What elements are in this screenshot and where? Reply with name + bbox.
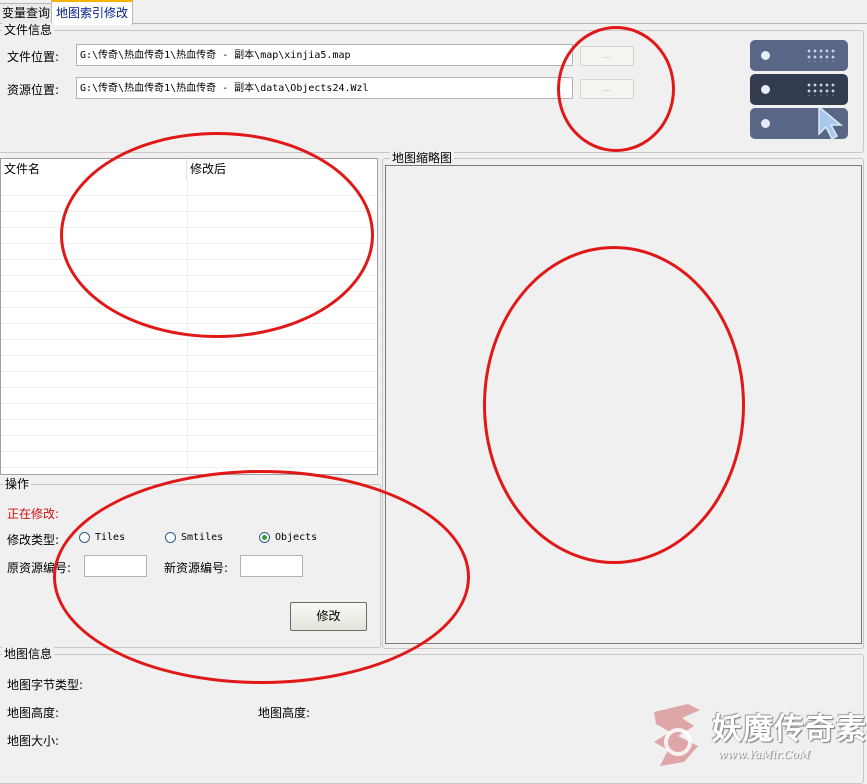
map-size-label: 地图大小: <box>7 734 60 748</box>
file-location-field[interactable]: G:\传奇\热血传奇1\热血传奇 - 副本\map\xinjia5.map <box>76 44 573 66</box>
resource-location-field[interactable]: G:\传奇\热血传奇1\热血传奇 - 副本\data\Objects24.Wzl <box>76 77 573 99</box>
status-label: 正在修改: <box>7 507 60 521</box>
modify-type-label: 修改类型: <box>7 533 60 547</box>
list-header: 文件名 修改后 <box>1 159 377 181</box>
radio-objects[interactable] <box>259 532 270 543</box>
resource-location-label: 资源位置: <box>7 83 60 97</box>
tab-variable-query[interactable]: 变量查询 <box>0 3 56 23</box>
map-info-title: 地图信息 <box>2 647 55 661</box>
watermark-logo-icon <box>654 704 700 766</box>
cursor-arrow-icon <box>818 105 844 141</box>
file-list[interactable]: 文件名 修改后 <box>0 158 378 475</box>
server-unit-top <box>750 40 848 71</box>
column-header-filename[interactable]: 文件名 <box>1 159 187 180</box>
browse-file-button[interactable]: ... <box>580 46 634 66</box>
radio-tiles[interactable] <box>79 532 90 543</box>
original-id-input[interactable] <box>84 555 147 577</box>
radio-smtiles[interactable] <box>165 532 176 543</box>
tab-map-index-modify[interactable]: 地图索引修改 <box>51 0 134 25</box>
map-preview-canvas <box>385 165 862 644</box>
watermark-text: 妖魔传奇素材 <box>712 712 867 747</box>
operation-title: 操作 <box>3 477 32 491</box>
map-preview-title: 地图缩略图 <box>390 151 455 165</box>
map-byte-type-label: 地图字节类型: <box>7 678 84 692</box>
list-rows <box>1 180 377 474</box>
radio-smtiles-label[interactable]: Smtiles <box>181 532 223 543</box>
watermark: 妖魔传奇素材 www.YaMir.CoM <box>648 692 867 774</box>
map-height-label: 地图高度: <box>7 706 60 720</box>
modify-button[interactable]: 修改 <box>290 602 367 631</box>
watermark-url: www.YaMir.CoM <box>718 748 811 761</box>
new-id-label: 新资源编号: <box>164 561 229 575</box>
column-header-modified[interactable]: 修改后 <box>187 159 377 180</box>
file-info-title: 文件信息 <box>2 23 55 37</box>
browse-resource-button[interactable]: ... <box>580 79 634 99</box>
radio-objects-label[interactable]: Objects <box>275 532 317 543</box>
server-icon[interactable] <box>750 40 850 142</box>
map-height-label-2: 地图高度: <box>258 706 311 720</box>
new-id-input[interactable] <box>240 555 303 577</box>
file-location-label: 文件位置: <box>7 50 60 64</box>
original-id-label: 原资源编号: <box>7 561 72 575</box>
server-unit-middle <box>750 74 848 105</box>
radio-tiles-label[interactable]: Tiles <box>95 532 125 543</box>
